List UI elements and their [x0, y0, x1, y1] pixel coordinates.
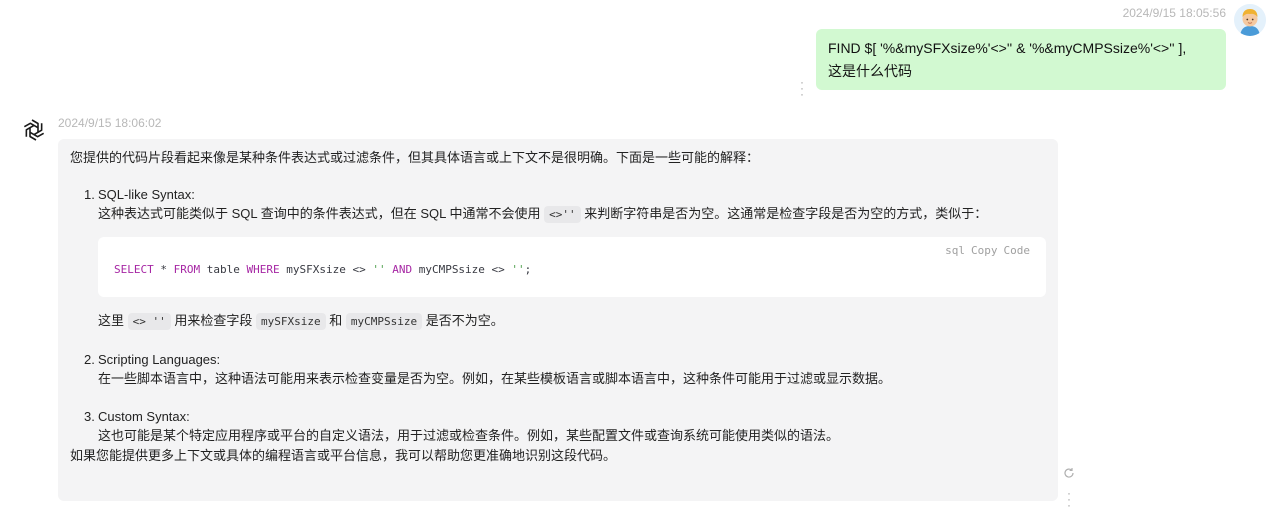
- inline-code: <> '': [127, 313, 171, 330]
- code-token: FROM: [173, 263, 201, 276]
- code-token: ;: [524, 263, 532, 276]
- code-token: '': [372, 263, 386, 276]
- user-message-timestamp: 2024/9/15 18:05:56: [1122, 6, 1226, 20]
- user-message-line-1: FIND $[ '%&mySFXsize%'<>'' & '%&myCMPSsi…: [828, 40, 1187, 56]
- list-item-explanation: 这里 <> '' 用来检查字段 mySFXsize 和 myCMPSsize 是…: [98, 311, 1046, 332]
- openai-logo-icon: [20, 116, 48, 144]
- user-message-bubble: FIND $[ '%&mySFXsize%'<>'' & '%&myCMPSsi…: [816, 29, 1226, 90]
- code-token: SELECT: [114, 263, 154, 276]
- list-item-custom: 3. Custom Syntax: 这也可能是某个特定应用程序或平台的自定义语法…: [70, 407, 1046, 446]
- user-message-line-2: 这是什么代码: [828, 63, 912, 79]
- list-item-title: SQL-like Syntax:: [98, 187, 195, 202]
- code-token: AND: [392, 263, 413, 276]
- code-token: WHERE: [246, 263, 280, 276]
- code-language-label: sql: [945, 244, 965, 257]
- user-message-more-icon[interactable]: · · ·: [800, 76, 804, 100]
- inline-code: <>'': [544, 206, 581, 223]
- copy-code-button[interactable]: Code: [1004, 244, 1031, 257]
- list-item-title: Scripting Languages:: [98, 352, 221, 367]
- bot-message-bubble: 您提供的代码片段看起来像是某种条件表达式或过滤条件，但其具体语言或上下文不是很明…: [58, 139, 1058, 501]
- bot-outro-text: 如果您能提供更多上下文或具体的编程语言或平台信息，我可以帮助您更准确地识别这段代…: [70, 448, 617, 463]
- desc-text: 和: [329, 313, 343, 328]
- list-item-title: Custom Syntax:: [98, 409, 190, 424]
- code-token: '': [511, 263, 525, 276]
- bot-intro-text: 您提供的代码片段看起来像是某种条件表达式或过滤条件，但其具体语言或上下文不是很明…: [70, 150, 760, 165]
- bot-message-timestamp: 2024/9/15 18:06:02: [58, 116, 162, 130]
- list-item-sql: 1. SQL-like Syntax: 这种表达式可能类似于 SQL 查询中的条…: [70, 185, 1046, 332]
- refresh-icon[interactable]: [1063, 466, 1075, 478]
- code-toolbar: sql Copy Code: [939, 244, 1030, 257]
- desc-text: 这里: [98, 313, 125, 328]
- inline-code: mySFXsize: [256, 313, 326, 330]
- list-item-description: 这也可能是某个特定应用程序或平台的自定义语法，用于过滤或检查条件。例如，某些配置…: [98, 428, 840, 443]
- code-token: myCMPSsize <>: [412, 263, 512, 276]
- list-number: 2.: [84, 352, 95, 367]
- copy-button[interactable]: Copy: [971, 244, 998, 257]
- desc-text: 这种表达式可能类似于 SQL 查询中的条件表达式，但在 SQL 中通常不会使用: [98, 206, 541, 221]
- list-item-scripting: 2. Scripting Languages: 在一些脚本语言中，这种语法可能用…: [70, 350, 1046, 389]
- list-item-description: 在一些脚本语言中，这种语法可能用来表示检查变量是否为空。例如，在某些模板语言或脚…: [98, 371, 892, 386]
- code-token: *: [153, 263, 174, 276]
- bot-message-more-icon[interactable]: · · ·: [1067, 487, 1071, 511]
- list-number: 1.: [84, 187, 95, 202]
- code-block: sql Copy Code SELECT * FROM table WHERE my…: [98, 237, 1046, 297]
- code-token: mySFXsize <>: [279, 263, 373, 276]
- user-avatar-icon: [1234, 4, 1266, 36]
- list-number: 3.: [84, 409, 95, 424]
- desc-text: 来判断字符串是否为空。这通常是检查字段是否为空的方式，类似于：: [584, 206, 988, 221]
- code-token: table: [200, 263, 247, 276]
- desc-text: 用来检查字段: [174, 313, 253, 328]
- code-line: SELECT * FROM table WHERE mySFXsize <> '…: [114, 263, 1030, 276]
- inline-code: myCMPSsize: [345, 313, 423, 330]
- desc-text: 是否不为空。: [425, 313, 504, 328]
- list-item-description: 这种表达式可能类似于 SQL 查询中的条件表达式，但在 SQL 中通常不会使用 …: [98, 204, 1046, 225]
